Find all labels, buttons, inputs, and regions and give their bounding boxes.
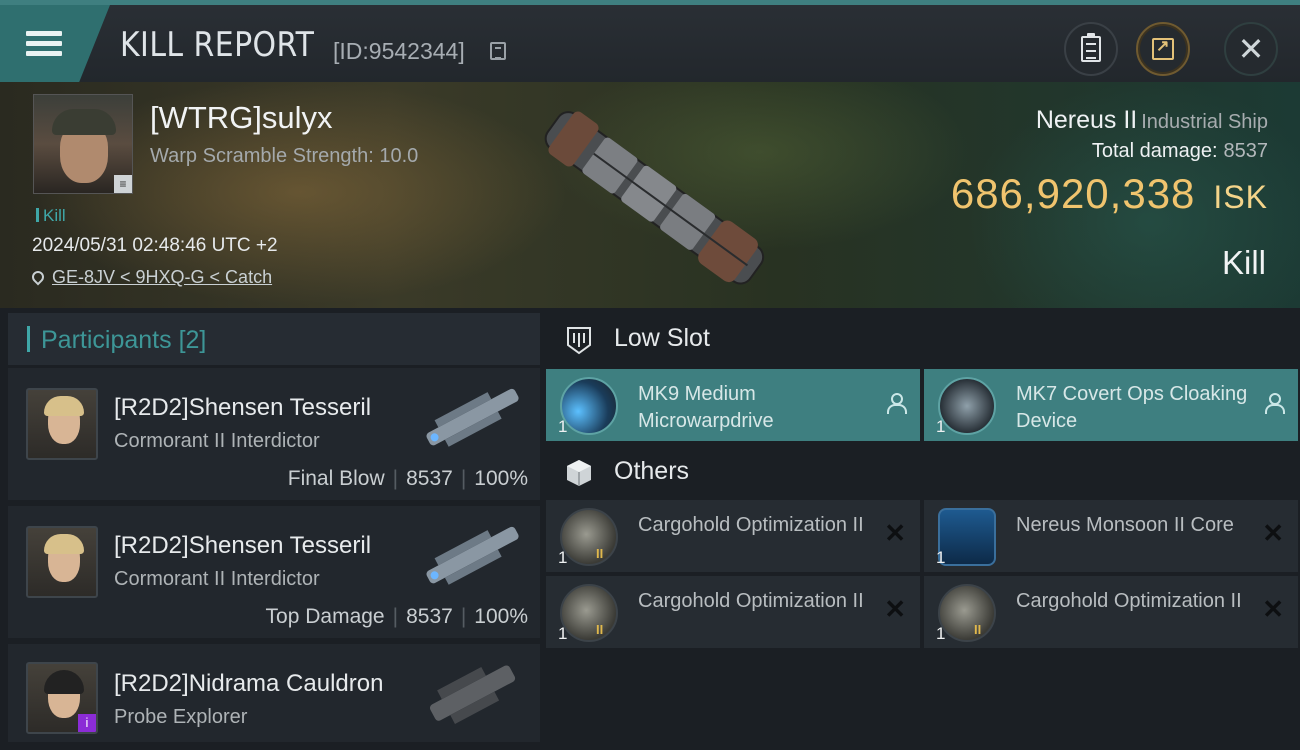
cargohold-icon	[560, 584, 618, 642]
participant-ship: Cormorant II Interdictor	[114, 568, 320, 590]
participant-ship: Cormorant II Interdictor	[114, 430, 320, 452]
module-quantity: 1	[558, 548, 568, 567]
kill-timestamp: 2024/05/31 02:48:46 UTC +2	[32, 235, 278, 256]
victim-avatar[interactable]: ≡	[33, 94, 133, 194]
module-name: MK7 Covert Ops Cloaking Device	[1016, 383, 1248, 432]
module-slot[interactable]: II 1 Cargohold Optimization II ✕	[924, 576, 1298, 648]
participant-avatar[interactable]	[26, 388, 98, 460]
cargohold-icon	[938, 584, 996, 642]
clipboard-button[interactable]	[1064, 22, 1118, 76]
participants-header: Participants [2]	[8, 313, 540, 365]
close-button[interactable]: ✕	[1224, 22, 1278, 76]
isk-value: 686,920,338 ISK	[950, 170, 1268, 217]
kill-outcome: Kill	[1221, 244, 1266, 281]
module-slot[interactable]: II 1 Cargohold Optimization II ✕	[546, 576, 920, 648]
clipboard-icon	[1081, 33, 1101, 62]
participant-ship-image	[429, 665, 516, 724]
victim-summary: ≡ [WTRG]sulyx Warp Scramble Strength: 10…	[0, 82, 1300, 308]
module-slot[interactable]: II 1 Cargohold Optimization II ✕	[546, 500, 920, 572]
hamburger-icon	[26, 26, 62, 61]
low-slot-icon	[567, 327, 591, 355]
participant-ship: Probe Explorer	[114, 706, 248, 728]
tech-level-badge: II	[974, 622, 982, 637]
participant-name: [R2D2]Shensen Tesseril	[114, 532, 372, 559]
participant-row[interactable]: i [R2D2]Nidrama Cauldron Probe Explorer	[8, 644, 540, 744]
tech-level-badge: II	[596, 546, 604, 561]
person-icon	[1264, 393, 1285, 414]
participant-ship-image	[426, 388, 519, 447]
participant-name: [R2D2]Shensen Tesseril	[114, 394, 372, 421]
person-icon	[886, 393, 907, 414]
report-id: [ID:9542344]	[333, 38, 465, 64]
victim-ship-image	[544, 111, 765, 285]
victim-name[interactable]: [WTRG]sulyx	[150, 100, 333, 136]
victim-ship-name: Nereus II Industrial Ship	[1035, 106, 1268, 134]
module-quantity: 1	[936, 548, 946, 567]
cloaking-device-icon	[938, 377, 996, 435]
module-name: Cargohold Optimization II	[638, 514, 864, 536]
participant-damage: 8537	[406, 605, 453, 628]
cube-icon	[567, 460, 591, 486]
close-icon: ✕	[1237, 31, 1265, 67]
isk-unit: ISK	[1213, 179, 1268, 215]
participant-avatar[interactable]: i	[26, 662, 98, 734]
module-name: Nereus Monsoon II Core	[1016, 514, 1234, 536]
module-quantity: 1	[558, 624, 568, 643]
participant-percent: 100%	[474, 605, 528, 628]
participant-damage: 8537	[406, 467, 453, 490]
cargohold-icon	[560, 508, 618, 566]
core-icon	[938, 508, 996, 566]
participant-stats: Top Damage | 8537 | 100%	[265, 605, 528, 628]
kill-tag: Kill	[36, 206, 66, 226]
participant-role: Top Damage	[265, 605, 385, 628]
location-pin-icon	[29, 268, 47, 286]
menu-button[interactable]	[0, 5, 110, 82]
ship-class: Industrial Ship	[1141, 111, 1268, 133]
total-damage-value: 8537	[1223, 140, 1269, 162]
info-badge-icon: i	[78, 714, 96, 732]
destroyed-x-icon: ✕	[1262, 594, 1284, 624]
participant-row[interactable]: [R2D2]Shensen Tesseril Cormorant II Inte…	[8, 506, 540, 640]
module-name: Cargohold Optimization II	[1016, 590, 1242, 612]
share-button[interactable]	[1136, 22, 1190, 76]
participant-role: Final Blow	[287, 467, 385, 490]
module-quantity: 1	[558, 417, 568, 436]
destroyed-x-icon: ✕	[884, 518, 906, 548]
participant-stats: Final Blow | 8537 | 100%	[287, 467, 528, 490]
module-name: MK9 Medium Microwarpdrive	[638, 383, 774, 432]
module-quantity: 1	[936, 624, 946, 643]
participant-avatar[interactable]	[26, 526, 98, 598]
kill-location[interactable]: GE-8JV < 9HXQ-G < Catch	[29, 267, 272, 288]
participant-name: [R2D2]Nidrama Cauldron	[114, 670, 384, 697]
participant-row[interactable]: [R2D2]Shensen Tesseril Cormorant II Inte…	[8, 368, 540, 502]
page-title: KILL REPORT	[120, 25, 315, 65]
module-slot[interactable]: 1 MK7 Covert Ops Cloaking Device	[924, 369, 1298, 441]
total-damage: Total damage: 8537	[1091, 140, 1269, 162]
module-quantity: 1	[936, 417, 946, 436]
module-slot[interactable]: 1 Nereus Monsoon II Core ✕	[924, 500, 1298, 572]
participant-ship-image	[426, 526, 519, 585]
copy-icon[interactable]	[490, 42, 506, 60]
participants-title: Participants [2]	[41, 326, 207, 354]
top-bar: KILL REPORT [ID:9542344] ✕	[0, 0, 1300, 82]
destroyed-x-icon: ✕	[1262, 518, 1284, 548]
participant-percent: 100%	[474, 467, 528, 490]
microwarpdrive-icon	[560, 377, 618, 435]
menu-badge-icon: ≡	[114, 175, 132, 193]
module-name: Cargohold Optimization II	[638, 590, 864, 612]
module-slot[interactable]: 1 MK9 Medium Microwarpdrive	[546, 369, 920, 441]
share-icon	[1152, 36, 1174, 60]
location-link[interactable]: GE-8JV < 9HXQ-G < Catch	[52, 267, 272, 287]
destroyed-x-icon: ✕	[884, 594, 906, 624]
warp-scramble-strength: Warp Scramble Strength: 10.0	[150, 145, 419, 167]
tech-level-badge: II	[596, 622, 604, 637]
